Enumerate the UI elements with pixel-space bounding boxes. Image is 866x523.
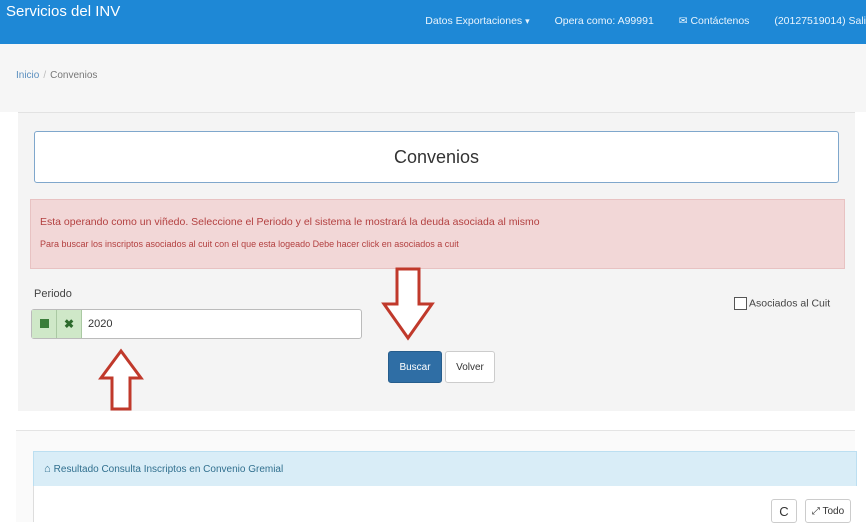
todo-label: Todo [822,505,845,517]
datos-exportaciones-label: Datos Exportaciones [425,15,523,27]
periodo-label: Periodo [34,288,72,300]
top-navbar: Servicios del INV Datos Exportaciones ▾ … [0,0,866,44]
buscar-button[interactable]: Buscar [388,351,442,383]
user-menu[interactable]: (20127519014) Sali [774,15,866,27]
asociados-cuit-text: Asociados al Cuit [749,297,831,310]
contactenos-label: Contáctenos [690,15,750,27]
breadcrumb: Inicio / Convenios [16,70,97,81]
results-panel-title: Resultado Consulta Inscriptos en Conveni… [53,464,284,475]
periodo-input-group: ✖ [31,309,362,339]
alert-line-2: Para buscar los inscriptos asociados al … [40,239,459,249]
refresh-button[interactable]: C [771,499,797,523]
up-arrow-annotation-icon [98,348,144,411]
calendar-button[interactable] [32,310,57,338]
caret-down-icon: ▾ [525,16,530,26]
calendar-icon [39,319,49,329]
results-panel: ⌂ Resultado Consulta Inscriptos en Conven… [16,430,857,523]
results-panel-heading: ⌂ Resultado Consulta Inscriptos en Conven… [33,451,857,486]
home-icon: ⌂ [44,463,51,475]
periodo-input[interactable] [88,310,348,338]
todo-button[interactable]: ⤢ Todo [805,499,851,523]
envelope-icon: ✉ [678,15,688,27]
refresh-icon: C [779,503,789,519]
info-alert: Esta operando como un viñedo. Seleccione… [30,199,845,269]
breadcrumb-separator: / [43,70,47,81]
page-title: Convenios [34,131,839,183]
alert-line-1: Esta operando como un viñedo. Seleccione… [40,216,540,228]
expand-icon: ⤢ [811,505,820,517]
contactenos-link[interactable]: ✉ Contáctenos [679,15,750,27]
opera-como-label: Opera como: A99991 [554,15,654,27]
volver-button[interactable]: Volver [445,351,495,383]
asociados-cuit-checkbox-label[interactable]: Asociados al Cuit [734,297,830,310]
down-arrow-annotation-icon [381,267,435,341]
results-panel-body: C ⤢ Todo [33,486,856,523]
navbar-right: Datos Exportaciones ▾ Opera como: A99991… [425,15,866,27]
breadcrumb-bar: Inicio / Convenios [0,44,866,112]
clear-icon: ✖ [63,317,75,331]
datos-exportaciones-menu[interactable]: Datos Exportaciones ▾ [425,15,529,27]
clear-period-button[interactable]: ✖ [57,310,82,338]
breadcrumb-current: Convenios [50,70,98,81]
breadcrumb-home-link[interactable]: Inicio [16,70,39,81]
asociados-cuit-checkbox[interactable] [734,297,747,310]
brand-link[interactable]: Servicios del INV [6,3,120,20]
